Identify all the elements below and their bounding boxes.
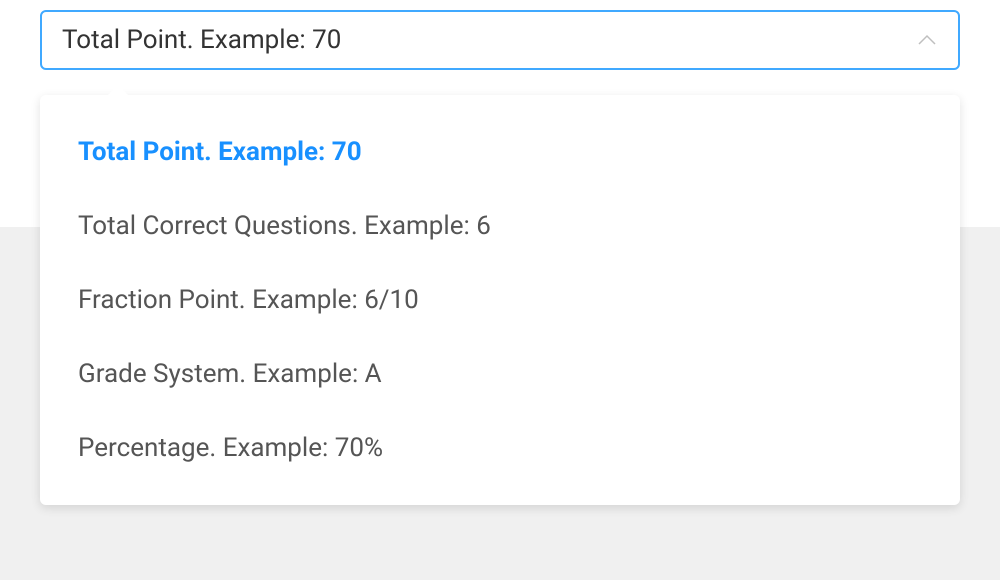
dropdown-item-label: Fraction Point. Example: 6/10 bbox=[78, 285, 419, 315]
grading-type-select[interactable]: Total Point. Example: 70 bbox=[40, 10, 960, 70]
dropdown-item-label: Percentage. Example: 70% bbox=[78, 433, 383, 463]
dropdown-item-fraction-point[interactable]: Fraction Point. Example: 6/10 bbox=[40, 263, 960, 337]
chevron-up-icon bbox=[916, 29, 938, 51]
dropdown-item-percentage[interactable]: Percentage. Example: 70% bbox=[40, 411, 960, 485]
dropdown-item-total-point[interactable]: Total Point. Example: 70 bbox=[40, 115, 960, 189]
dropdown-arrow-icon bbox=[108, 85, 128, 95]
dropdown-item-label: Grade System. Example: A bbox=[78, 359, 382, 389]
dropdown-item-total-correct-questions[interactable]: Total Correct Questions. Example: 6 bbox=[40, 189, 960, 263]
dropdown-item-label: Total Point. Example: 70 bbox=[78, 137, 362, 167]
dropdown-item-label: Total Correct Questions. Example: 6 bbox=[78, 211, 491, 241]
dropdown-panel: Total Point. Example: 70 Total Correct Q… bbox=[40, 95, 960, 505]
select-wrapper: Total Point. Example: 70 bbox=[40, 10, 960, 70]
page-container: Total Point. Example: 70 Total Point. Ex… bbox=[0, 0, 1000, 580]
select-selected-value: Total Point. Example: 70 bbox=[62, 25, 916, 55]
dropdown-item-grade-system[interactable]: Grade System. Example: A bbox=[40, 337, 960, 411]
